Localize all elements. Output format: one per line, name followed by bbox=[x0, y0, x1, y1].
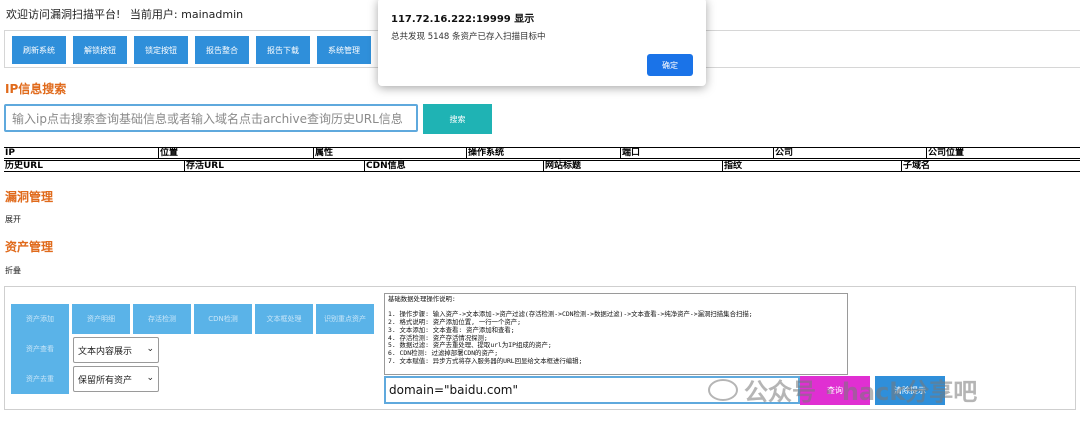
table-header-company: 公司 bbox=[773, 148, 926, 158]
table-header-alive-url: 存活URL bbox=[184, 161, 364, 171]
search-button[interactable]: 搜索 bbox=[423, 104, 492, 134]
refresh-system-button[interactable]: 刷新系统 bbox=[12, 36, 66, 64]
table-header-port: 端口 bbox=[620, 148, 773, 158]
unlock-button[interactable]: 解锁按钮 bbox=[73, 36, 127, 64]
key-asset-identify-button[interactable]: 识别重点资产 bbox=[316, 304, 374, 334]
dialog-title: 117.72.16.222:19999 显示 bbox=[391, 14, 535, 25]
lock-button[interactable]: 锁定按钮 bbox=[134, 36, 188, 64]
display-mode-value: 文本内容展示 bbox=[78, 346, 133, 357]
table-header-ip: IP bbox=[5, 148, 15, 158]
display-mode-select[interactable]: 文本内容展示 ⌄ bbox=[73, 337, 159, 363]
chevron-down-icon: ⌄ bbox=[146, 344, 154, 354]
vuln-management-title: 漏洞管理 bbox=[5, 190, 54, 204]
greeting-text: 欢迎访问漏洞扫描平台! bbox=[6, 8, 121, 21]
ip-search-input[interactable]: 输入ip点击搜索查询基础信息或者输入域名点击archive查询历史URL信息 bbox=[4, 104, 418, 132]
table-header-subdomain: 子域名 bbox=[901, 161, 1080, 171]
instructions-textarea[interactable]: 基础数据处理操作说明: 1. 操作步骤: 输入资产->文本添加->资产过滤(存活… bbox=[384, 293, 848, 375]
collapse-toggle[interactable]: 折叠 bbox=[5, 265, 21, 276]
dialog-ok-button[interactable]: 确定 bbox=[647, 54, 693, 76]
table-header-attribute: 属性 bbox=[313, 148, 466, 158]
current-user-label: 当前用户: bbox=[129, 8, 178, 21]
table-header-cdn-info: CDN信息 bbox=[364, 161, 543, 171]
table-row: 历史URL 存活URL CDN信息 网站标题 指纹 子域名 bbox=[4, 160, 1080, 172]
report-merge-button[interactable]: 报告整合 bbox=[195, 36, 249, 64]
username: mainadmin bbox=[181, 8, 244, 21]
report-download-button[interactable]: 报告下载 bbox=[256, 36, 310, 64]
table-header-os: 操作系统 bbox=[466, 148, 620, 158]
table-header-company-location: 公司位置 bbox=[926, 148, 1080, 158]
table-header-location: 位置 bbox=[158, 148, 313, 158]
ip-search-title: IP信息搜索 bbox=[5, 82, 67, 96]
table-header-site-title: 网站标题 bbox=[543, 161, 722, 171]
greeting-bar: 欢迎访问漏洞扫描平台! 当前用户: mainadmin bbox=[6, 6, 243, 22]
expand-toggle[interactable]: 展开 bbox=[5, 214, 21, 225]
table-header-history-url: 历史URL bbox=[5, 161, 43, 171]
asset-detail-button[interactable]: 资产明细 bbox=[72, 304, 130, 334]
table-row: IP 位置 属性 操作系统 端口 公司 公司位置 bbox=[4, 147, 1080, 159]
cdn-check-button[interactable]: CDN检测 bbox=[194, 304, 252, 334]
alive-check-button[interactable]: 存活检测 bbox=[133, 304, 191, 334]
dedupe-mode-select[interactable]: 保留所有资产 ⌄ bbox=[73, 366, 159, 392]
alert-dialog: 117.72.16.222:19999 显示 总共发现 5148 条资产已存入扫… bbox=[378, 0, 706, 86]
system-management-button[interactable]: 系统管理 bbox=[317, 36, 371, 64]
wechat-logo-icon bbox=[708, 378, 738, 401]
asset-add-button[interactable]: 资产添加 bbox=[11, 304, 69, 334]
dialog-message: 总共发现 5148 条资产已存入扫描目标中 bbox=[391, 32, 546, 42]
watermark: 公众号 · hack分享吧 bbox=[708, 372, 977, 407]
textbox-process-button[interactable]: 文本框处理 bbox=[255, 304, 313, 334]
watermark-text: 公众号 · hack分享吧 bbox=[744, 378, 978, 406]
table-header-fingerprint: 指纹 bbox=[722, 161, 901, 171]
asset-view-button[interactable]: 资产查看 bbox=[11, 334, 69, 364]
asset-dedupe-button[interactable]: 资产去重 bbox=[11, 364, 69, 394]
dedupe-mode-value: 保留所有资产 bbox=[78, 375, 133, 386]
asset-management-title: 资产管理 bbox=[5, 240, 54, 254]
chevron-down-icon: ⌄ bbox=[146, 373, 154, 383]
